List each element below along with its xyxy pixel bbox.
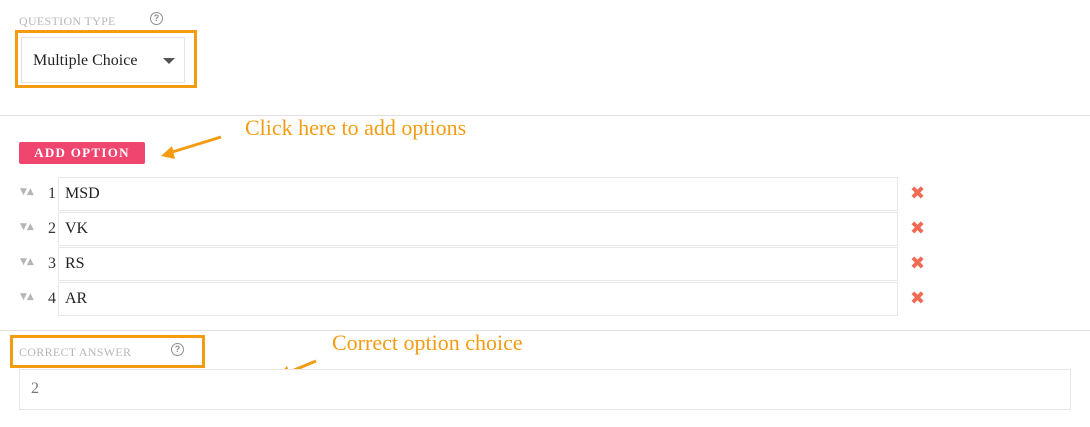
- option-number: 3: [48, 255, 56, 272]
- list-item: ▼▲ 3 RS ✖: [18, 247, 1018, 282]
- correct-answer-label: CORRECT ANSWER: [19, 345, 132, 359]
- option-input[interactable]: VK: [58, 212, 898, 246]
- option-input[interactable]: RS: [58, 247, 898, 281]
- option-number: 1: [48, 185, 56, 202]
- sort-handle-icon[interactable]: ▼▲: [20, 258, 34, 267]
- list-item: ▼▲ 4 AR ✖: [18, 282, 1018, 317]
- option-number: 4: [48, 290, 56, 307]
- annotation-arrow-icon: [161, 135, 222, 159]
- option-input[interactable]: AR: [58, 282, 898, 316]
- correct-answer-annotation: Correct option choice: [332, 330, 523, 355]
- delete-icon[interactable]: ✖: [910, 183, 925, 204]
- sort-handle-icon[interactable]: ▼▲: [20, 223, 34, 232]
- chevron-down-icon: [163, 58, 175, 64]
- section-divider: [0, 115, 1090, 116]
- question-type-select[interactable]: Multiple Choice: [21, 37, 185, 83]
- list-item: ▼▲ 1 MSD ✖: [18, 177, 1018, 212]
- sort-handle-icon[interactable]: ▼▲: [20, 188, 34, 197]
- question-type-label: QUESTION TYPE: [19, 14, 116, 28]
- question-type-help-icon[interactable]: ?: [150, 12, 163, 25]
- option-number: 2: [48, 220, 56, 237]
- delete-icon[interactable]: ✖: [910, 288, 925, 309]
- sort-handle-icon[interactable]: ▼▲: [20, 293, 34, 302]
- question-type-value: Multiple Choice: [33, 52, 138, 69]
- correct-answer-input[interactable]: 2: [19, 369, 1071, 410]
- option-input[interactable]: MSD: [58, 177, 898, 211]
- section-divider: [0, 330, 1090, 331]
- correct-answer-help-icon[interactable]: ?: [171, 343, 184, 356]
- delete-icon[interactable]: ✖: [910, 253, 925, 274]
- delete-icon[interactable]: ✖: [910, 218, 925, 239]
- add-option-annotation: Click here to add options: [245, 115, 467, 140]
- add-option-button[interactable]: ADD OPTION: [19, 142, 145, 164]
- list-item: ▼▲ 2 VK ✖: [18, 212, 1018, 247]
